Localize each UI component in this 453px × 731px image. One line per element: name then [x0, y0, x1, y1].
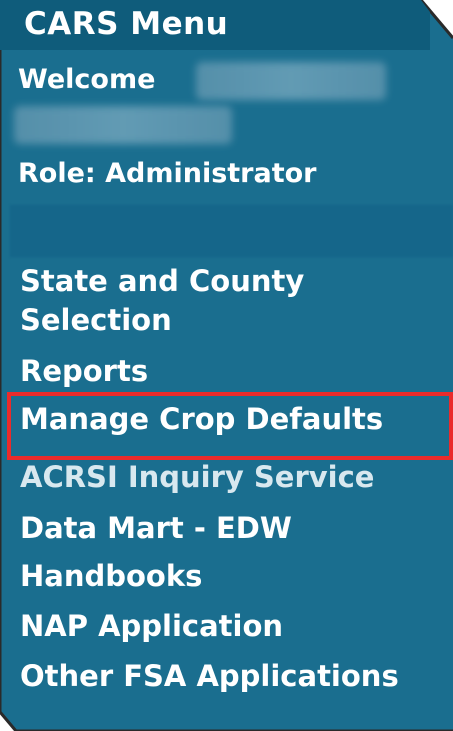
redacted-username-line2 [14, 106, 232, 144]
menu-separator-band [10, 205, 453, 257]
menu-item-manage-crop-defaults[interactable]: Manage Crop Defaults [20, 402, 383, 436]
role-label: Role: Administrator [18, 158, 317, 189]
menu-title: CARS Menu [24, 6, 229, 42]
welcome-label: Welcome [18, 64, 156, 95]
redacted-username [196, 62, 386, 100]
menu-item-reports[interactable]: Reports [20, 354, 148, 388]
menu-item-acrsi-inquiry-service[interactable]: ACRSI Inquiry Service [20, 460, 374, 494]
cars-menu: CARS Menu Welcome Role: Administrator St… [0, 0, 453, 731]
menu-item-other-fsa-applications[interactable]: Other FSA Applications [20, 659, 399, 693]
menu-item-data-mart-edw[interactable]: Data Mart - EDW [20, 511, 292, 545]
menu-item-state-county-selection[interactable]: State and County Selection [20, 262, 350, 340]
menu-item-nap-application[interactable]: NAP Application [20, 609, 283, 643]
menu-item-handbooks[interactable]: Handbooks [20, 559, 202, 593]
